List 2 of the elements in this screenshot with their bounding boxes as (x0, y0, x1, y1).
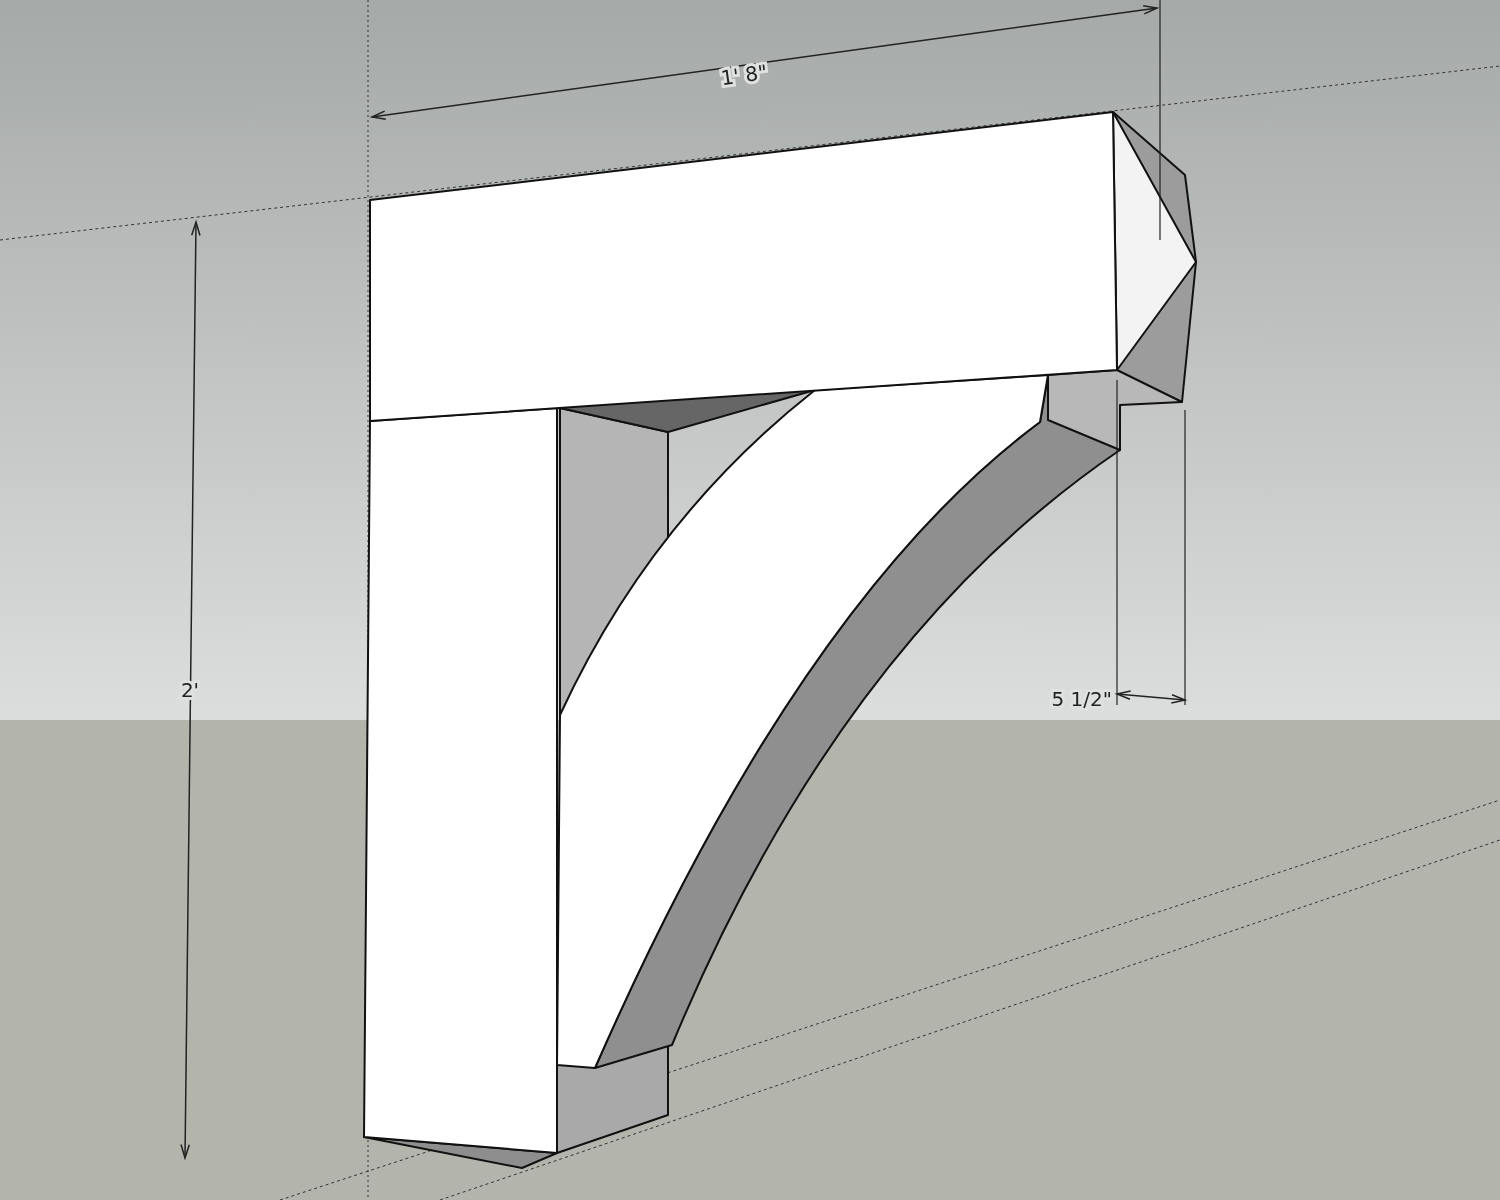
dimension-label: 1' 8" (719, 59, 769, 91)
dimension-label: 5 1/2" (1051, 687, 1112, 711)
